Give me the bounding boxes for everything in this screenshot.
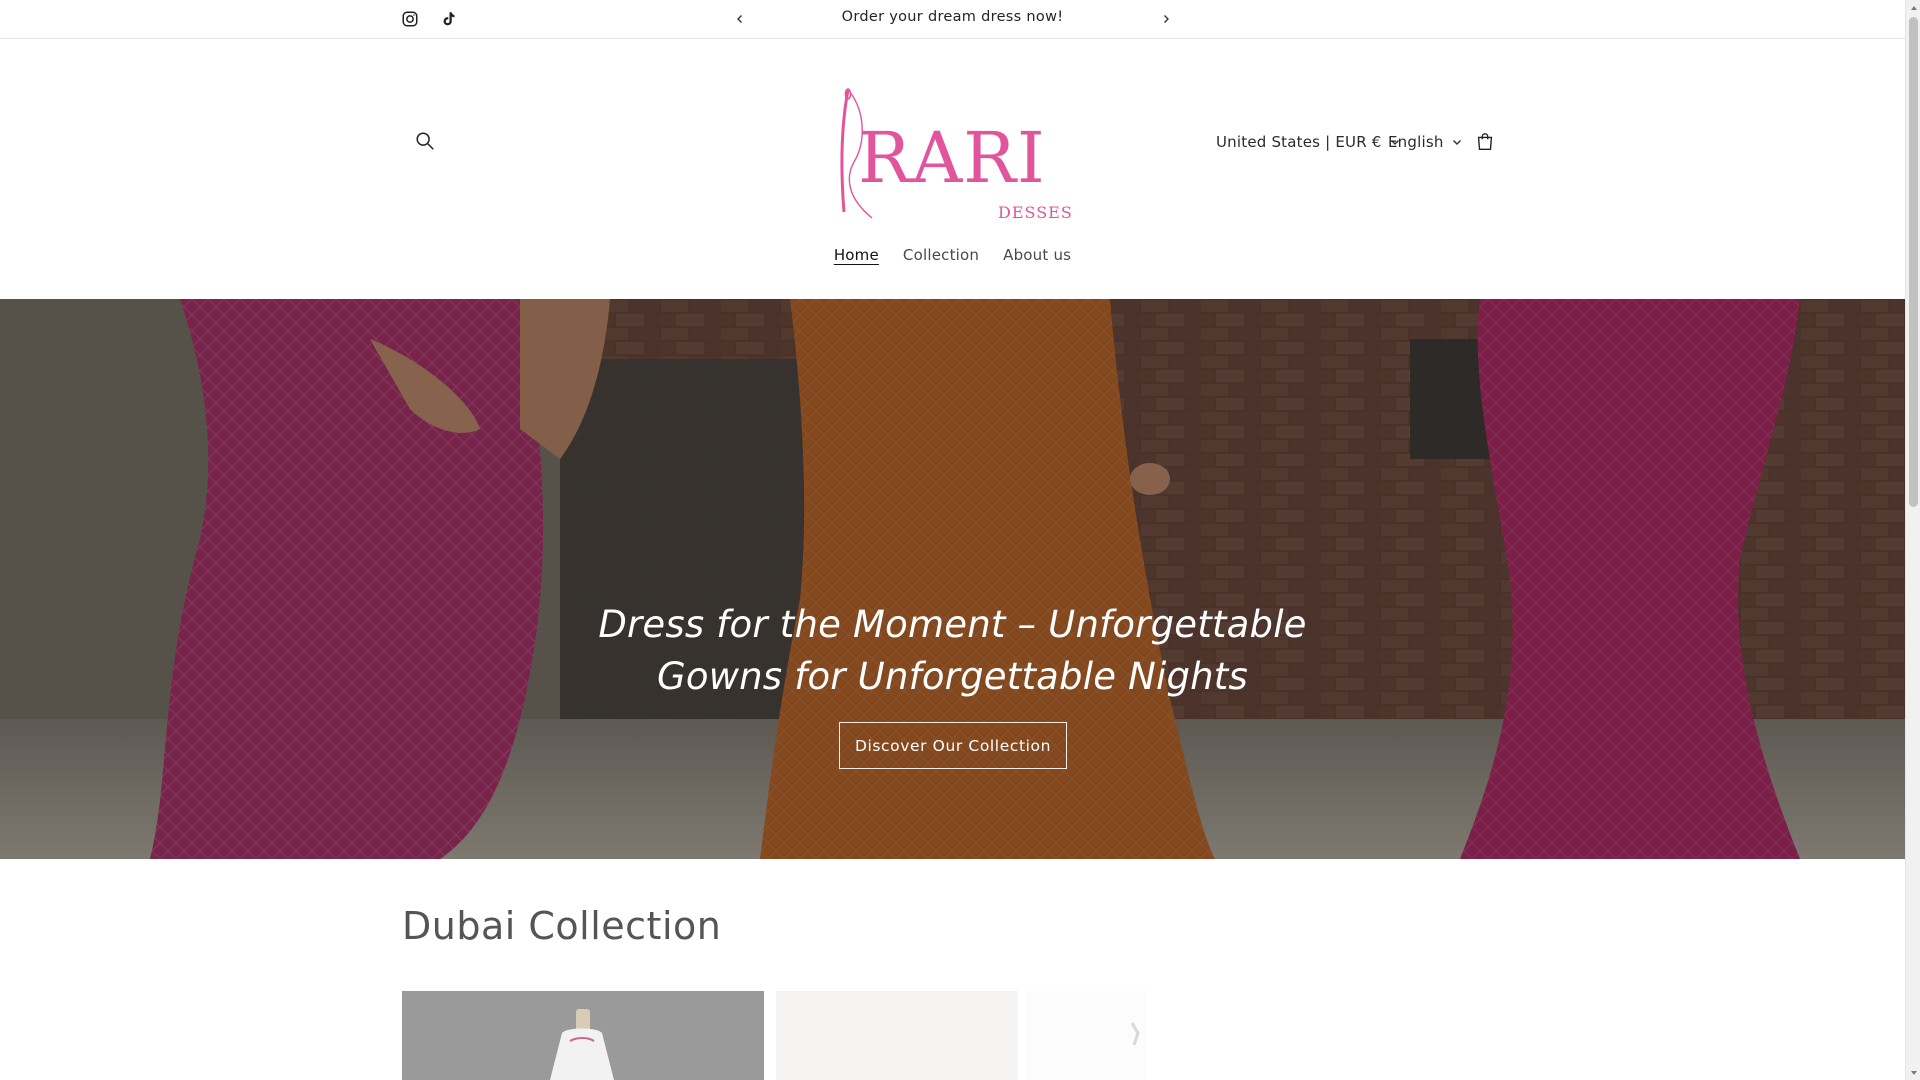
language-selector-label: English [1388,133,1444,151]
product-card[interactable] [402,991,764,1080]
site-header: RARI DESSES United States | EUR € Englis… [0,40,1905,298]
product-image [776,991,1018,1080]
hero-overlay [0,299,1905,859]
discover-collection-button[interactable]: Discover Our Collection [839,722,1067,769]
logo-wordmark: RARI [858,117,1046,199]
announcement-bar: Order your dream dress now! [0,0,1905,39]
product-image [1026,991,1146,1080]
scroll-up-arrow-icon[interactable] [1906,0,1920,15]
instagram-icon[interactable] [399,8,421,30]
chevron-down-icon [1452,140,1461,145]
logo-subtitle: DESSES [998,203,1073,222]
product-image [402,991,764,1080]
nav-item-collection[interactable]: Collection [903,246,979,264]
chevron-left-icon[interactable] [729,8,751,30]
search-icon[interactable] [410,126,440,156]
main-nav: Home Collection About us [0,246,1905,264]
product-card[interactable] [776,991,1018,1080]
collection-title: Dubai Collection [402,904,722,948]
page: Order your dream dress now! RARI DESSES [0,0,1905,1080]
cart-icon[interactable] [1471,128,1499,156]
country-selector-label: United States | EUR € [1216,133,1382,151]
announcement-text: Order your dream dress now! [841,9,1064,25]
scrollbar-thumb[interactable] [1909,17,1918,507]
tiktok-icon[interactable] [437,8,459,30]
hero-heading: Dress for the Moment – Unforgettable Gow… [598,603,1307,698]
hero-banner: Dress for the Moment – Unforgettable Gow… [0,299,1905,859]
product-card[interactable] [1026,991,1146,1080]
nav-item-home[interactable]: Home [834,246,879,264]
brand-logo[interactable]: RARI DESSES [820,82,1080,224]
scroll-down-arrow-icon[interactable] [1906,1065,1920,1080]
page-scrollbar[interactable] [1905,0,1920,1080]
country-selector[interactable]: United States | EUR € [1216,130,1400,154]
nav-item-about-us[interactable]: About us [1003,246,1071,264]
language-selector[interactable]: English [1388,130,1462,154]
chevron-right-icon[interactable] [1155,8,1177,30]
